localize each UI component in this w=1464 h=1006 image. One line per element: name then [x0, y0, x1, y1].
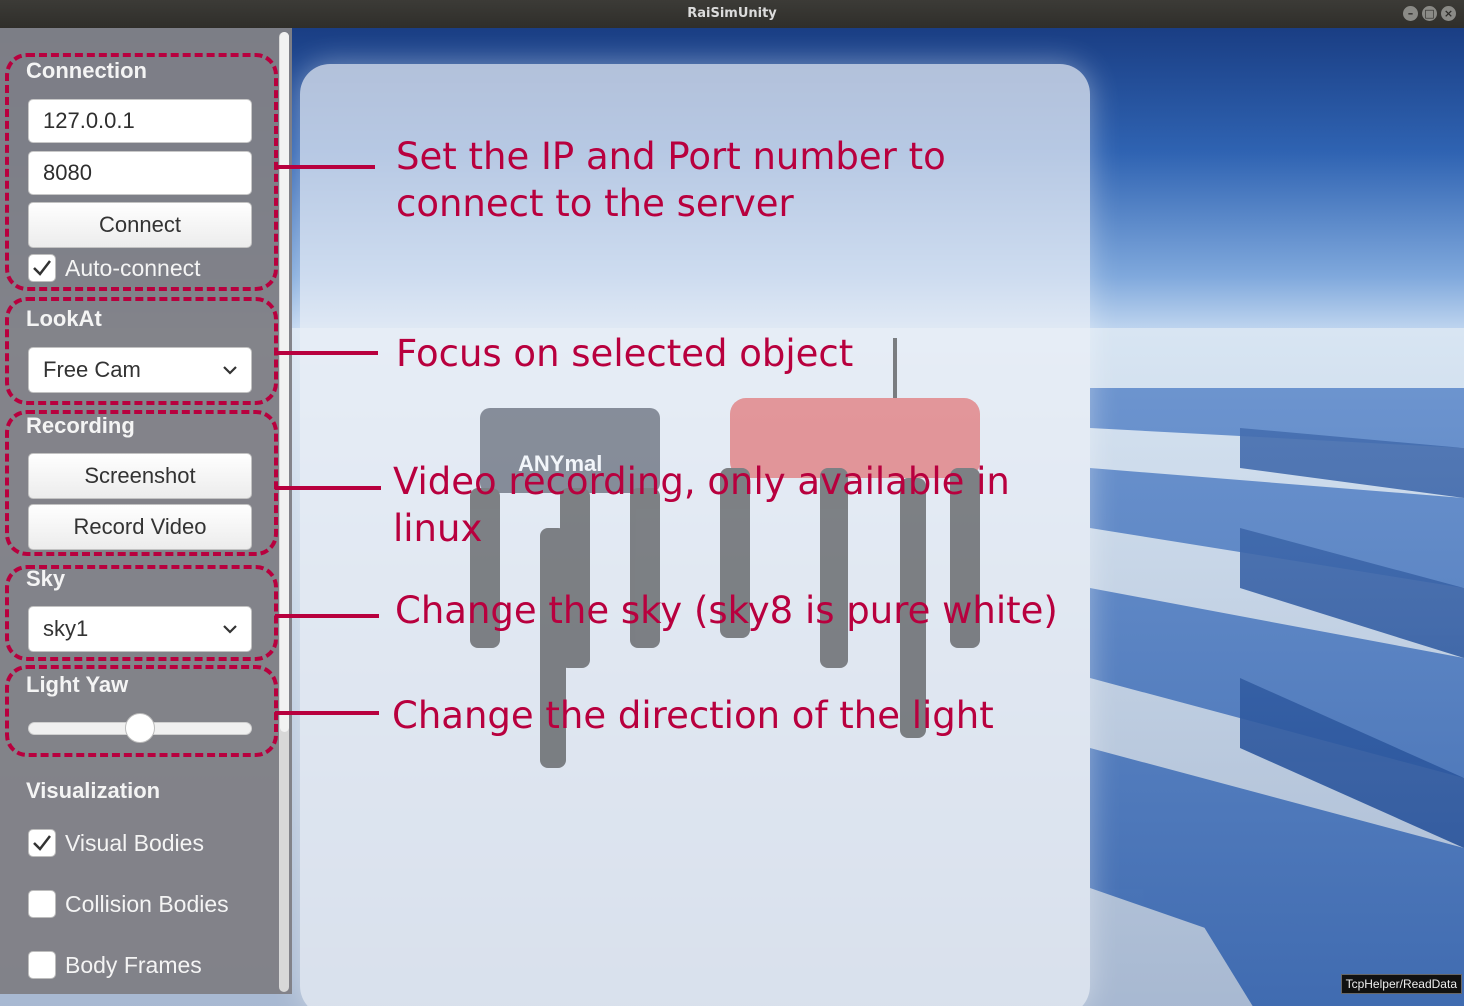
sky-note-line1: Change the sky (sky8 is pure white) [395, 589, 1058, 632]
light-highlight [5, 665, 278, 757]
sky-leader [275, 614, 379, 618]
sky-note: Change the sky (sky8 is pure white) [395, 587, 1058, 634]
connection-note: Set the IP and Port number to connect to… [396, 133, 946, 227]
lookat-leader [275, 351, 378, 355]
body-frames-checkbox[interactable] [28, 951, 56, 979]
collision-bodies-checkbox[interactable] [28, 890, 56, 918]
status-label: TcpHelper/ReadData [1340, 974, 1462, 994]
window-title: RaiSimUnity [687, 6, 777, 21]
visual-bodies-checkbox[interactable] [28, 829, 56, 857]
window-titlebar: RaiSimUnity – □ × [0, 0, 1464, 28]
visualization-header: Visualization [26, 778, 161, 803]
connection-leader [275, 165, 375, 169]
visual-bodies-label: Visual Bodies [65, 829, 204, 856]
collision-bodies-toggle[interactable]: Collision Bodies [28, 890, 229, 918]
light-note: Change the direction of the light [392, 692, 994, 739]
sky-highlight [5, 565, 278, 661]
light-note-line1: Change the direction of the light [392, 694, 994, 737]
close-button[interactable]: × [1441, 6, 1456, 21]
connection-highlight [5, 53, 278, 291]
recording-note: Video recording, only available in linux [393, 458, 1010, 552]
visual-bodies-toggle[interactable]: Visual Bodies [28, 829, 204, 857]
lookat-note-line1: Focus on selected object [396, 332, 854, 375]
connection-note-line1: Set the IP and Port number to [396, 135, 946, 178]
recording-highlight [5, 410, 278, 556]
lookat-highlight [5, 297, 278, 405]
recording-leader [275, 486, 381, 490]
recording-note-line1: Video recording, only available in [393, 460, 1010, 503]
light-leader [275, 711, 379, 715]
robots-graphic: ANYmal [470, 338, 980, 768]
connection-note-line2: connect to the server [396, 182, 794, 225]
lookat-note: Focus on selected object [396, 330, 853, 377]
collision-bodies-label: Collision Bodies [65, 890, 229, 917]
maximize-button[interactable]: □ [1422, 6, 1437, 21]
checkmark-icon [33, 835, 51, 851]
body-frames-label: Body Frames [65, 951, 202, 978]
recording-note-line2: linux [393, 507, 483, 550]
body-frames-toggle[interactable]: Body Frames [28, 951, 202, 979]
sidebar-scrollbar-thumb[interactable] [280, 32, 289, 732]
minimize-button[interactable]: – [1403, 6, 1418, 21]
